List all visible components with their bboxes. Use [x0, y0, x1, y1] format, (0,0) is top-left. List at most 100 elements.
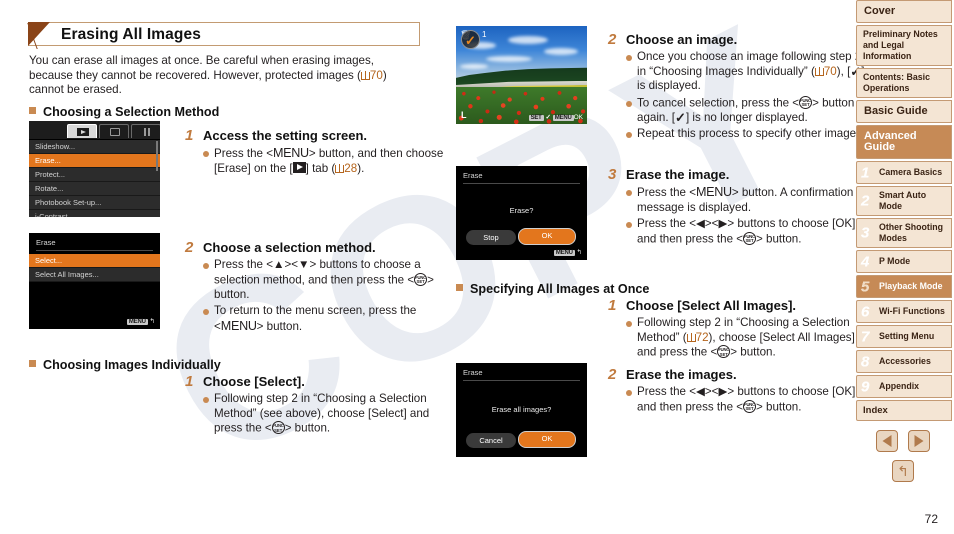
sidebar-item-label: Other Shooting Modes: [879, 222, 944, 243]
page-ref-70[interactable]: 70: [814, 64, 837, 78]
sidebar-item-label: Appendix: [879, 381, 920, 391]
ok-button[interactable]: OK: [518, 431, 576, 448]
up-arrow-icon: ▲: [272, 258, 285, 271]
menu-row-2[interactable]: Protect...: [29, 168, 160, 182]
chapter-number: 6: [861, 303, 870, 320]
sidebar-item-index[interactable]: Index: [856, 400, 952, 421]
image-quality-label: L: [461, 110, 467, 120]
t2: ><: [704, 217, 719, 231]
menu-button-label: MENU: [695, 185, 732, 199]
step-title: Erase the image.: [626, 167, 730, 182]
sidebar-item-label: Smart Auto Mode: [879, 190, 927, 211]
menu-scrollbar[interactable]: [156, 141, 158, 171]
erase-option-select-all[interactable]: Select All Images...: [29, 268, 160, 282]
book-icon: [686, 332, 696, 342]
subhead-choosing-images-individually: Choosing Images Individually: [29, 358, 221, 372]
step-title: Choose [Select].: [203, 374, 305, 389]
page-ref-28-num: 28: [344, 161, 358, 175]
page-ref-70-num: 70: [369, 68, 383, 82]
func-set-icon: FUNC SET: [743, 231, 757, 245]
t2: ><: [284, 258, 298, 271]
selection-check-badge[interactable]: ✓: [461, 30, 480, 49]
sidebar-item-advanced-guide[interactable]: Advanced Guide: [856, 125, 952, 159]
sidebar-item-basic-guide[interactable]: Basic Guide: [856, 100, 952, 123]
section-intro: You can erase all images at once. Be car…: [29, 54, 419, 98]
step-number: 1: [608, 297, 617, 314]
sidebar-item-playback-mode[interactable]: 5 Playback Mode: [856, 275, 952, 298]
return-glyph: ↰: [576, 249, 582, 256]
sidebar-item-smart-auto-mode[interactable]: 2 Smart Auto Mode: [856, 186, 952, 216]
sidebar-navigation: Cover Preliminary Notes and Legal Inform…: [854, 0, 954, 534]
bullet: Press the <◀><▶> buttons to choose [OK],…: [626, 217, 866, 247]
screenshot-erase-confirm: Erase Erase? Stop OK MENU ↰: [456, 166, 587, 260]
ok-button[interactable]: OK: [518, 228, 576, 245]
bullet: Once you choose an image following step …: [626, 50, 866, 94]
subhead-specifying-all-images: Specifying All Images at Once: [456, 282, 649, 296]
chapter-number: 1: [861, 164, 870, 181]
cancel-button[interactable]: Cancel: [466, 433, 516, 448]
return-glyph: ↰: [149, 318, 155, 325]
confirm-message: Erase all images?: [491, 405, 552, 414]
t2: > button.: [284, 421, 331, 435]
cloud-icon: [486, 56, 532, 62]
sidebar-item-other-shooting-modes[interactable]: 3 Other Shooting Modes: [856, 218, 952, 248]
page-ref-72[interactable]: 72: [686, 330, 709, 344]
menu-chip-label: MENU: [553, 250, 575, 256]
func-set-icon: FUNC SET: [799, 95, 813, 109]
step-bullets: Press the <▲><▼> buttons to choose a sel…: [203, 258, 455, 336]
playback-tab-icon: [292, 161, 306, 173]
sidebar-item-p-mode[interactable]: 4 P Mode: [856, 250, 952, 273]
step-number: 2: [608, 366, 617, 383]
menu-row-5[interactable]: i-Contrast...: [29, 210, 160, 217]
menu-back-hint: MENU ↰: [553, 248, 582, 256]
page-ref-72-num: 72: [695, 330, 709, 344]
check-icon: ✓: [465, 33, 476, 48]
sidebar-item-label: Setting Menu: [879, 331, 935, 341]
sidebar-item-camera-basics[interactable]: 1 Camera Basics: [856, 161, 952, 184]
screenshot-erase-all-confirm: Erase Erase all images? Cancel OK: [456, 363, 587, 457]
set-chip: SET: [528, 115, 544, 121]
menu-tab-playback[interactable]: [67, 124, 97, 138]
confirm-message: Erase?: [509, 206, 534, 215]
step-title: Choose a selection method.: [203, 240, 376, 255]
menu-tab-print[interactable]: [99, 124, 129, 138]
erase-option-select[interactable]: Select...: [29, 254, 160, 268]
step-bullets: Following step 2 in “Choosing a Selectio…: [626, 316, 866, 362]
menu-row-4[interactable]: Photobook Set-up...: [29, 196, 160, 210]
sidebar-item-contents-basic-operations[interactable]: Contents: Basic Operations: [856, 68, 952, 98]
bullet: To cancel selection, press the < FUNC SET >…: [626, 95, 866, 126]
sidebar-item-cover[interactable]: Cover: [856, 0, 952, 23]
page-ref-70-num: 70: [823, 64, 837, 78]
bullet: Press the <◀><▶> buttons to choose [OK],…: [626, 385, 866, 415]
t: Press the <: [637, 385, 696, 398]
screen-title: Erase: [463, 368, 483, 377]
book-icon: [360, 70, 370, 80]
screen-divider: [463, 380, 580, 381]
page-content: Erasing All Images You can erase all ima…: [0, 0, 865, 534]
menu-row-3[interactable]: Rotate...: [29, 182, 160, 196]
menu-row-1[interactable]: Erase...: [29, 154, 160, 168]
sidebar-item-accessories[interactable]: 8 Accessories: [856, 350, 952, 373]
menu-tab-settings[interactable]: [131, 124, 160, 138]
stop-button[interactable]: Stop: [466, 230, 516, 245]
page-ref-28[interactable]: 28: [335, 162, 357, 175]
t: Press the <: [214, 258, 273, 271]
sidebar-item-setting-menu[interactable]: 7 Setting Menu: [856, 325, 952, 348]
screen-title: Erase: [36, 238, 56, 247]
step-title: Erase the images.: [626, 367, 737, 382]
check-icon: ✓: [545, 114, 551, 121]
t: Press the <: [214, 147, 273, 160]
sidebar-item-appendix[interactable]: 9 Appendix: [856, 375, 952, 398]
menu-row-0[interactable]: Slideshow...: [29, 140, 160, 154]
step-number: 2: [185, 239, 194, 256]
page-ref-70[interactable]: 70: [360, 68, 383, 82]
ok-hint: OK: [573, 114, 583, 121]
sidebar-item-label: Wi-Fi Functions: [879, 306, 945, 316]
sidebar-item-wifi-functions[interactable]: 6 Wi-Fi Functions: [856, 300, 952, 323]
chapter-number: 7: [861, 328, 870, 345]
bullet: Press the <MENU> button. A confirmation …: [626, 185, 866, 215]
sidebar-item-preliminary-notes[interactable]: Preliminary Notes and Legal Information: [856, 25, 952, 66]
cloud-icon: [508, 36, 548, 44]
step-bullets: Press the <MENU> button. A confirmation …: [626, 185, 866, 249]
chapter-number: 3: [861, 224, 870, 242]
